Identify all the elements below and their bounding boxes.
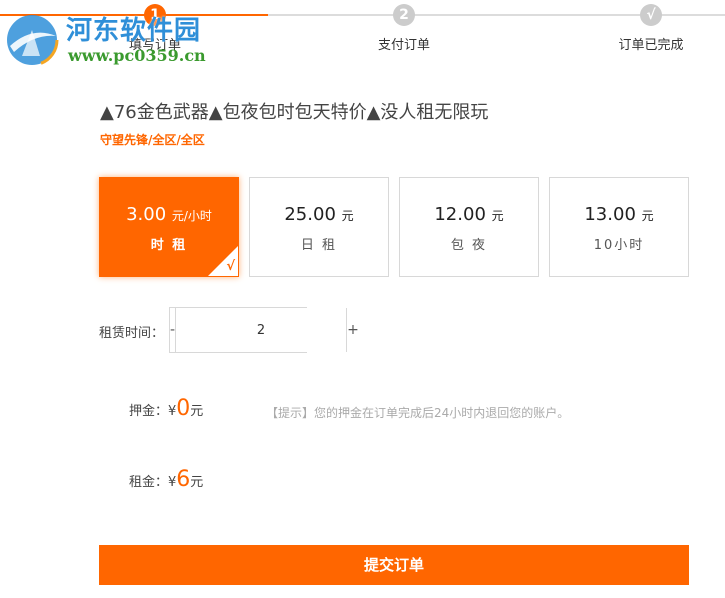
product-subtitle: 守望先锋/全区/全区 [100, 133, 205, 147]
rental-time-input[interactable] [176, 308, 347, 352]
logo-title: 河东软件园 [66, 16, 202, 46]
rent-label: 租金： [129, 475, 169, 490]
step-pay-order: 2 支付订单 [344, 4, 464, 53]
step-2-label: 支付订单 [377, 38, 430, 53]
rent-unit: 元 [190, 475, 204, 490]
option-unit: 元 [641, 209, 654, 223]
deposit-hint: 【提示】您的押金在订单完成后24小时内退回您的账户。 [266, 406, 570, 420]
step-order-complete: √ 订单已完成 [591, 4, 711, 53]
deposit-amount: 0 [176, 396, 191, 421]
deposit-unit: 元 [190, 404, 204, 419]
rental-time-label: 租赁时间： [99, 326, 165, 341]
option-unit: 元/小时 [171, 209, 212, 223]
check-icon: √ [226, 259, 235, 274]
option-price: 3.00 [126, 204, 167, 225]
option-unit: 元 [341, 209, 354, 223]
option-label: 日 租 [300, 238, 338, 253]
option-hourly[interactable]: 3.00 元/小时 时 租 √ [99, 177, 239, 277]
rental-options: 3.00 元/小时 时 租 √ 25.00 元 日 租 12.00 元 包 夜 … [99, 177, 689, 277]
option-label: 包 夜 [450, 238, 488, 253]
step-3-check: √ [640, 4, 662, 26]
option-price: 12.00 [434, 204, 486, 225]
option-price: 25.00 [284, 204, 336, 225]
option-price: 13.00 [584, 204, 636, 225]
deposit-row: 押金：¥0元 [129, 396, 203, 421]
deposit-label: 押金： [129, 404, 169, 419]
product-title: ▲76金色武器▲包夜包时包天特价▲没人租无限玩 [100, 102, 489, 123]
watermark-logo: 河东软件园 www.pc0359.cn [4, 8, 224, 70]
rental-time-stepper: - + [169, 307, 359, 353]
step-3-label: 订单已完成 [618, 38, 684, 53]
logo-badge-icon [5, 13, 59, 67]
option-daily[interactable]: 25.00 元 日 租 [249, 177, 389, 277]
increase-button[interactable]: + [346, 308, 359, 352]
option-10-hours[interactable]: 13.00 元 10小时 [549, 177, 689, 277]
logo-url: www.pc0359.cn [68, 46, 206, 65]
rent-row: 租金：¥6元 [129, 467, 203, 492]
submit-order-button[interactable]: 提交订单 [99, 545, 689, 585]
option-unit: 元 [491, 209, 504, 223]
option-overnight[interactable]: 12.00 元 包 夜 [399, 177, 539, 277]
option-label: 10小时 [593, 238, 645, 253]
rent-amount: 6 [176, 467, 191, 492]
step-2-number: 2 [393, 4, 415, 26]
